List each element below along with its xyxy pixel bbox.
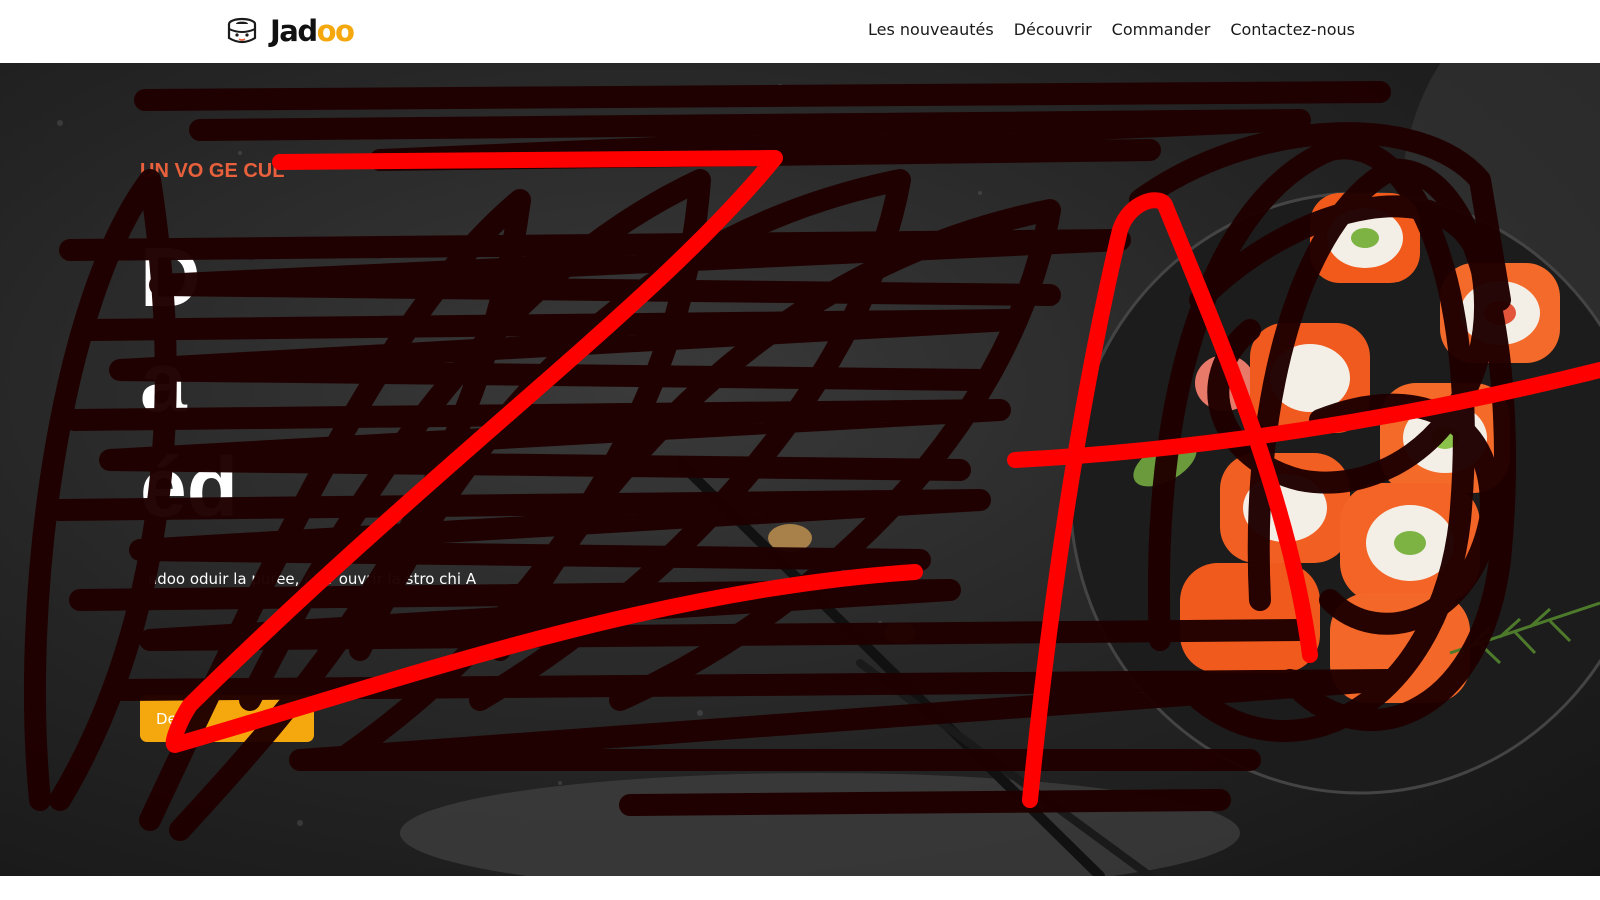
nav-link-decouvrir[interactable]: Découvrir (1014, 20, 1092, 39)
hero-section: UN VO GE CUL D a éd adoo oduir la puree,… (0, 63, 1600, 876)
desc-fragment: é (304, 570, 314, 588)
desc-fragment: la (233, 570, 247, 588)
sushi-roll-icon (227, 17, 257, 44)
desc-fragment: adoo (148, 570, 186, 588)
desc-fragment: A (465, 570, 477, 588)
hero-title-line-2: a (140, 335, 187, 429)
hero-title-line-1: D (140, 230, 201, 324)
hero-title-line-3: éd (140, 440, 239, 534)
desc-fragment: oduir (189, 570, 229, 588)
hero-tagline-part-1: UN VO (140, 160, 204, 182)
desc-fragment: chi (439, 570, 462, 588)
hero-tagline: UN VO GE CUL (140, 160, 284, 183)
desc-fragment: ouvrir la (338, 570, 401, 588)
navbar: Jadoo Les nouveautés Découvrir Commander… (0, 0, 1600, 63)
desc-fragment: ur (318, 570, 334, 588)
brand-name-main: Jad (270, 14, 318, 48)
main-nav: Les nouveautés Découvrir Commander Conta… (868, 20, 1355, 39)
nav-link-nouveautes[interactable]: Les nouveautés (868, 20, 994, 39)
hero-background-image (57, 63, 1600, 876)
nav-link-commander[interactable]: Commander (1112, 20, 1211, 39)
desc-fragment: puree, (251, 570, 300, 588)
nav-link-contact[interactable]: Contactez-nous (1230, 20, 1355, 39)
logo[interactable]: Jadoo (226, 13, 355, 49)
brand-name-accent: oo (316, 14, 355, 48)
hero-description: adoo oduir la puree, é ur ouvrir la stro… (148, 563, 588, 595)
hero-cta-button[interactable]: De (140, 695, 314, 742)
hero-tagline-part-2: GE CUL (208, 160, 285, 182)
desc-fragment: stro (405, 570, 435, 588)
brand-name: Jadoo (270, 14, 355, 48)
